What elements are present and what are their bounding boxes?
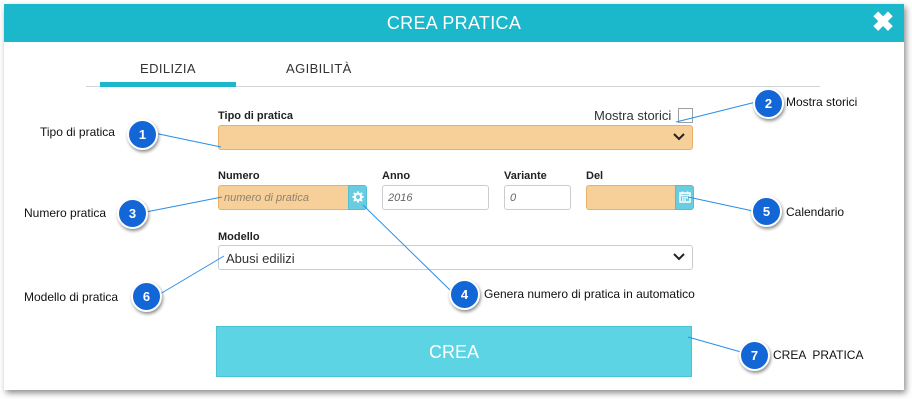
callout-line-6 bbox=[159, 255, 225, 295]
annotation-text-7: CREA PRATICA bbox=[773, 348, 864, 362]
annotation-badge-3: 3 bbox=[117, 198, 148, 229]
annotation-badge-1: 1 bbox=[127, 119, 158, 150]
callout-line-2 bbox=[675, 101, 757, 123]
annotation-text-5: Calendario bbox=[786, 205, 845, 219]
annotation-text-6: Modello di pratica bbox=[24, 290, 119, 304]
annotation-badge-2: 2 bbox=[753, 88, 784, 119]
callout-line-1 bbox=[153, 132, 222, 148]
annotation-text-1: Tipo di pratica bbox=[40, 125, 115, 139]
annotation-badge-5: 5 bbox=[751, 196, 782, 227]
annotation-badge-7: 7 bbox=[739, 340, 770, 371]
callout-line-5 bbox=[687, 196, 754, 212]
annotation-text-4: Genera numero di pratica in automatico bbox=[484, 287, 695, 301]
annotation-text-3: Numero pratica bbox=[24, 206, 107, 220]
annotation-text-2: Mostra storici bbox=[786, 95, 858, 109]
annotation-badge-6: 6 bbox=[131, 281, 162, 312]
callout-line-3 bbox=[145, 196, 223, 213]
annotation-badge-4: 4 bbox=[449, 279, 480, 310]
callout-line-7 bbox=[687, 336, 742, 353]
callout-line-4 bbox=[362, 204, 452, 292]
